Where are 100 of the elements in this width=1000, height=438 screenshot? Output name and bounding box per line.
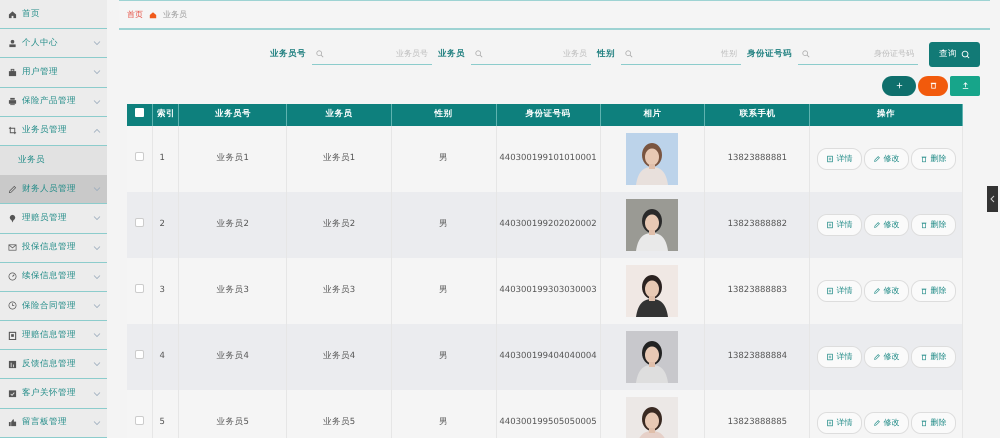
breadcrumb-current: 业务员	[163, 8, 187, 20]
table-cell: 5	[152, 390, 179, 438]
chevron-left-icon	[990, 195, 995, 203]
column-header: 操作	[810, 104, 962, 126]
column-header: 身份证号码	[496, 104, 600, 126]
search-field[interactable]: 业务员号	[312, 43, 432, 66]
edit-button[interactable]: 修改	[864, 412, 909, 434]
add-button[interactable]	[882, 76, 916, 96]
edit-icon	[872, 418, 881, 427]
row-checkbox[interactable]	[135, 152, 144, 161]
delete-button[interactable]	[918, 76, 948, 96]
chevron-down-icon	[93, 302, 101, 309]
clipboard-icon	[8, 330, 17, 340]
column-header: 索引	[152, 104, 179, 126]
edit-icon	[872, 220, 881, 229]
edit-button[interactable]: 修改	[864, 148, 909, 170]
table-cell: 440300199404040004	[496, 324, 600, 390]
edit-button[interactable]: 修改	[864, 346, 909, 368]
briefcase-icon	[8, 68, 17, 77]
row-checkbox[interactable]	[135, 350, 144, 359]
details-button[interactable]: 详情	[816, 280, 862, 302]
row-checkbox[interactable]	[135, 416, 144, 425]
delete-button[interactable]: 删除	[910, 214, 956, 236]
thumbs-up-icon	[8, 418, 17, 428]
row-checkbox[interactable]	[135, 218, 144, 227]
sidebar-item[interactable]: 续保信息管理	[0, 262, 107, 292]
details-button[interactable]: 详情	[816, 214, 862, 236]
upload-icon	[960, 81, 970, 90]
upload-button[interactable]	[950, 76, 980, 96]
clock-icon	[8, 301, 17, 310]
table-cell: 1	[152, 126, 179, 192]
collapse-tab[interactable]	[987, 186, 998, 212]
edit-button[interactable]: 修改	[864, 214, 909, 236]
gauge-icon	[8, 272, 17, 282]
table-cell: 男	[391, 258, 496, 324]
home-icon	[8, 10, 17, 19]
table-cell: 13823888885	[704, 390, 810, 438]
column-header: 业务员号	[178, 104, 287, 126]
trash-icon	[928, 81, 938, 90]
chevron-down-icon	[93, 274, 101, 280]
person-icon	[8, 38, 17, 48]
search-field[interactable]: 身份证号码	[798, 43, 918, 66]
details-button[interactable]: 详情	[816, 148, 862, 170]
table-cell: 4	[152, 324, 179, 390]
table-cell: 业务员1	[178, 126, 287, 192]
details-button[interactable]: 详情	[816, 346, 862, 368]
chevron-down-icon	[93, 420, 101, 426]
pin-icon	[8, 214, 17, 223]
search-field[interactable]: 性别	[621, 43, 741, 66]
search-field[interactable]: 业务员	[471, 43, 591, 66]
search-icon	[475, 50, 483, 58]
table-cell: 业务员1	[286, 126, 392, 192]
search-icon	[625, 50, 633, 58]
table-cell: 13823888883	[704, 258, 810, 324]
row-checkbox[interactable]	[135, 284, 144, 293]
sidebar-item[interactable]: 留言板管理	[0, 408, 107, 438]
sidebar-item[interactable]: 投保信息管理	[0, 234, 107, 263]
table-cell: 男	[391, 390, 496, 438]
table-cell: 男	[391, 192, 496, 258]
details-icon	[826, 352, 834, 361]
details-button[interactable]: 详情	[816, 412, 862, 434]
chevron-down-icon	[93, 390, 101, 397]
search-icon	[802, 50, 810, 58]
delete-button[interactable]: 删除	[910, 280, 956, 302]
table-cell: 13823888884	[704, 324, 810, 390]
chevron-down-icon	[93, 98, 101, 105]
chevron-down-icon	[93, 215, 101, 222]
column-header: 联系手机	[704, 104, 810, 126]
search-button[interactable]: 查询	[929, 42, 980, 67]
table-cell: 男	[391, 126, 496, 192]
details-icon	[826, 220, 834, 229]
table-cell: 3	[152, 258, 179, 324]
sidebar-item[interactable]: 保险产品管理	[0, 88, 107, 117]
table-cell: 业务员4	[178, 324, 287, 390]
table-cell: 业务员2	[178, 192, 287, 258]
add-icon	[894, 81, 904, 90]
field-label: 业务员	[438, 48, 465, 61]
field-label: 业务员号	[270, 48, 306, 61]
sidebar-item[interactable]: 财务人员管理	[0, 175, 107, 204]
edit-button[interactable]: 修改	[864, 280, 909, 302]
table-cell: 业务员5	[286, 390, 392, 438]
edit-icon	[872, 352, 881, 361]
table-cell: 440300199101010001	[496, 126, 600, 192]
submenu-item[interactable]: 业务员	[0, 146, 107, 176]
select-all-checkbox[interactable]	[135, 108, 144, 117]
delete-button[interactable]: 删除	[910, 412, 956, 434]
column-header: 性别	[391, 104, 496, 126]
trash-icon	[920, 220, 928, 229]
delete-button[interactable]: 删除	[910, 148, 956, 170]
trash-icon	[920, 418, 928, 427]
column-header: 相片	[600, 104, 705, 126]
details-icon	[826, 154, 834, 163]
delete-button[interactable]: 删除	[910, 346, 956, 368]
breadcrumb-link[interactable]: 首页	[127, 8, 143, 20]
trash-icon	[920, 352, 928, 361]
pencil-icon	[8, 184, 17, 194]
printer-icon	[8, 97, 17, 106]
edit-icon	[872, 154, 881, 163]
column-header: 业务员	[286, 104, 392, 126]
calendar-icon	[8, 389, 17, 398]
